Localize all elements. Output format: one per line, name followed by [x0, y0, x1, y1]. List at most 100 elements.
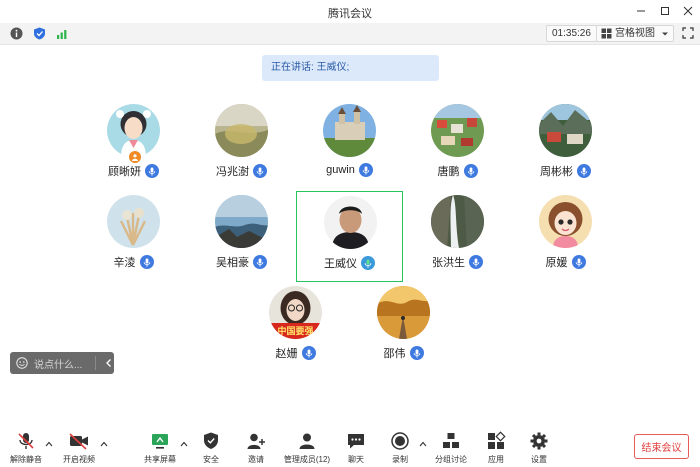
participant-tile[interactable]: 唐鹏 [404, 104, 511, 190]
signal-button[interactable] [55, 26, 69, 40]
speaking-indicator: 正在讲话: 王威仪; [262, 55, 439, 81]
audio-options-caret[interactable] [45, 440, 53, 448]
security-shield-button[interactable] [32, 26, 46, 40]
participant-tile[interactable]: guwin [296, 104, 403, 190]
apps-button[interactable]: 应用 [481, 431, 511, 465]
breakout-label: 分组讨论 [435, 455, 467, 464]
participant-tile[interactable]: 顾晰妍 [80, 104, 187, 190]
settings-label: 设置 [531, 455, 547, 464]
meeting-controls-bar: 解除静音 开启视频 共享屏幕 安全 邀请 管理成员(12) 聊天 录制 分组讨论… [0, 425, 700, 467]
unmute-button[interactable]: 解除静音 [8, 431, 44, 465]
mic-icon [577, 164, 591, 178]
manage-members-label: 管理成员(12) [283, 455, 331, 464]
participant-tile[interactable]: 周彬彬 [512, 104, 619, 190]
breakout-icon [443, 433, 459, 448]
participant-avatar: 中国要强 [269, 286, 322, 339]
fullscreen-button[interactable] [681, 26, 695, 40]
share-screen-label: 共享屏幕 [144, 455, 176, 464]
start-video-label: 开启视频 [63, 455, 95, 464]
share-screen-icon [152, 434, 168, 449]
chat-icon [348, 434, 364, 449]
participant-name: 赵姗 [275, 348, 298, 360]
shield-icon [204, 432, 218, 449]
window-title: 腾讯会议 [328, 8, 372, 20]
participant-tile[interactable]: 辛淩 [80, 195, 187, 281]
participant-name: 唐鹏 [437, 166, 460, 178]
gear-icon [530, 432, 548, 450]
mic-muted-icon [18, 433, 34, 449]
participant-name: 顾晰妍 [108, 166, 141, 178]
caret-up-icon [419, 441, 427, 447]
chat-input-box[interactable]: 说点什么... [10, 352, 114, 374]
collapse-chevron-icon[interactable] [104, 358, 114, 368]
mic-icon [463, 164, 478, 178]
record-button[interactable]: 录制 [385, 431, 415, 465]
manage-members-button[interactable]: 管理成员(12) [281, 431, 333, 465]
participant-tile[interactable]: 邵伟 [350, 286, 457, 372]
settings-button[interactable]: 设置 [524, 431, 554, 465]
maximize-icon [661, 7, 669, 15]
fullscreen-icon [682, 27, 694, 39]
record-icon [391, 432, 409, 450]
caret-down-icon [662, 32, 668, 35]
participant-avatar [377, 286, 430, 339]
participant-tile[interactable]: 冯兆澍 [188, 104, 295, 190]
share-screen-button[interactable]: 共享屏幕 [142, 431, 178, 465]
participant-avatar [215, 104, 268, 157]
view-mode-dropdown[interactable]: 宫格视图 [596, 25, 674, 42]
video-options-caret[interactable] [100, 440, 108, 448]
breakout-rooms-button[interactable]: 分组讨论 [433, 431, 469, 465]
mic-icon [469, 255, 483, 269]
start-video-button[interactable]: 开启视频 [61, 431, 97, 465]
participant-tile[interactable]: 中国要强 赵姗 [242, 286, 349, 372]
participant-name: 周彬彬 [540, 166, 573, 178]
close-icon [683, 6, 693, 16]
participant-tile[interactable]: 吴相豪 [188, 195, 295, 281]
signal-strength-icon [56, 29, 66, 39]
participant-avatar [324, 196, 377, 249]
mic-icon [571, 255, 586, 269]
participant-tile[interactable]: 张洪生 [404, 195, 511, 281]
participant-name: 张洪生 [432, 257, 465, 269]
participant-name: 原媛 [545, 257, 568, 269]
minimize-button[interactable] [633, 3, 649, 19]
minimize-icon [637, 10, 645, 12]
avatar-overlay-text: 中国要强 [277, 325, 313, 337]
participant-avatar [431, 195, 484, 248]
record-options-caret[interactable] [419, 440, 427, 448]
participant-avatar [539, 195, 592, 248]
view-mode-label: 宫格视图 [615, 28, 655, 39]
close-button[interactable] [680, 3, 696, 19]
invite-label: 邀请 [248, 455, 264, 464]
chat-button[interactable]: 聊天 [341, 431, 371, 465]
security-label: 安全 [203, 455, 219, 464]
participant-name: 吴相豪 [216, 257, 249, 269]
security-button[interactable]: 安全 [196, 431, 226, 465]
participant-name: 冯兆澍 [216, 166, 249, 178]
participant-name: 王威仪 [324, 258, 357, 270]
participant-tile[interactable]: 原媛 [512, 195, 619, 281]
meeting-toolbar: 01:35:26 宫格视图 [0, 23, 700, 45]
record-label: 录制 [392, 455, 408, 464]
participant-tile-active-speaker[interactable]: 王威仪 [296, 191, 403, 282]
chat-divider [95, 356, 96, 370]
chat-placeholder[interactable]: 说点什么... [34, 356, 89, 371]
caret-up-icon [180, 441, 188, 447]
mic-icon [409, 346, 424, 360]
emoji-icon [16, 357, 28, 369]
mic-icon [253, 164, 267, 178]
invite-button[interactable]: 邀请 [241, 431, 271, 465]
participant-avatar [323, 104, 376, 157]
members-icon [299, 433, 315, 449]
grid-view-icon [601, 28, 612, 39]
unmute-label: 解除静音 [10, 455, 42, 464]
share-options-caret[interactable] [180, 440, 188, 448]
shield-icon [33, 27, 45, 39]
end-meeting-button[interactable]: 结束会议 [634, 434, 689, 459]
apps-label: 应用 [488, 455, 504, 464]
info-button[interactable] [9, 26, 23, 40]
mic-icon [358, 163, 373, 177]
maximize-button[interactable] [657, 3, 673, 19]
apps-icon [488, 431, 506, 449]
caret-up-icon [100, 441, 108, 447]
